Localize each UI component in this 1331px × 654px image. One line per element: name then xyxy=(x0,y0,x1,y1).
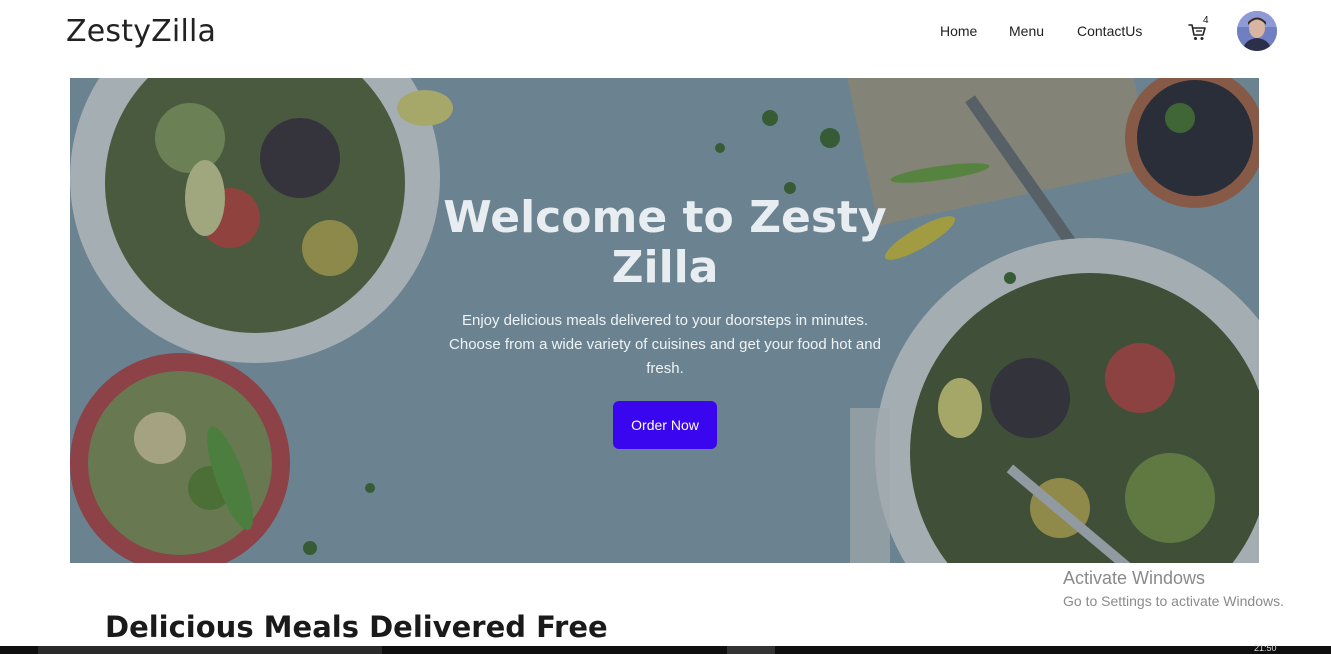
nav-home-link[interactable]: Home xyxy=(940,23,977,39)
hero-banner: Welcome to Zesty Zilla Enjoy delicious m… xyxy=(70,78,1259,563)
hero-subtitle: Enjoy delicious meals delivered to your … xyxy=(449,312,881,377)
taskbar-search[interactable] xyxy=(38,646,382,654)
activate-windows-subtitle: Go to Settings to activate Windows. xyxy=(1063,593,1284,609)
nav-contact-link[interactable]: ContactUs xyxy=(1077,23,1142,39)
user-avatar[interactable] xyxy=(1237,11,1277,51)
nav-menu-link[interactable]: Menu xyxy=(1009,23,1044,39)
windows-taskbar: 21:50 xyxy=(0,643,1331,654)
activate-windows-title: Activate Windows xyxy=(1063,568,1206,588)
cart-count-badge: 4 xyxy=(1203,15,1209,26)
taskbar-active-app[interactable] xyxy=(727,646,775,654)
navbar: ZestyZilla Home Menu ContactUs 4 xyxy=(0,0,1331,70)
order-now-button[interactable]: Order Now xyxy=(613,401,717,449)
taskbar-clock[interactable]: 21:50 xyxy=(1254,643,1277,653)
brand-logo[interactable]: ZestyZilla xyxy=(66,14,216,49)
hero-title: Welcome to Zesty Zilla xyxy=(443,192,887,293)
section-title: Delicious Meals Delivered Free xyxy=(105,610,608,644)
